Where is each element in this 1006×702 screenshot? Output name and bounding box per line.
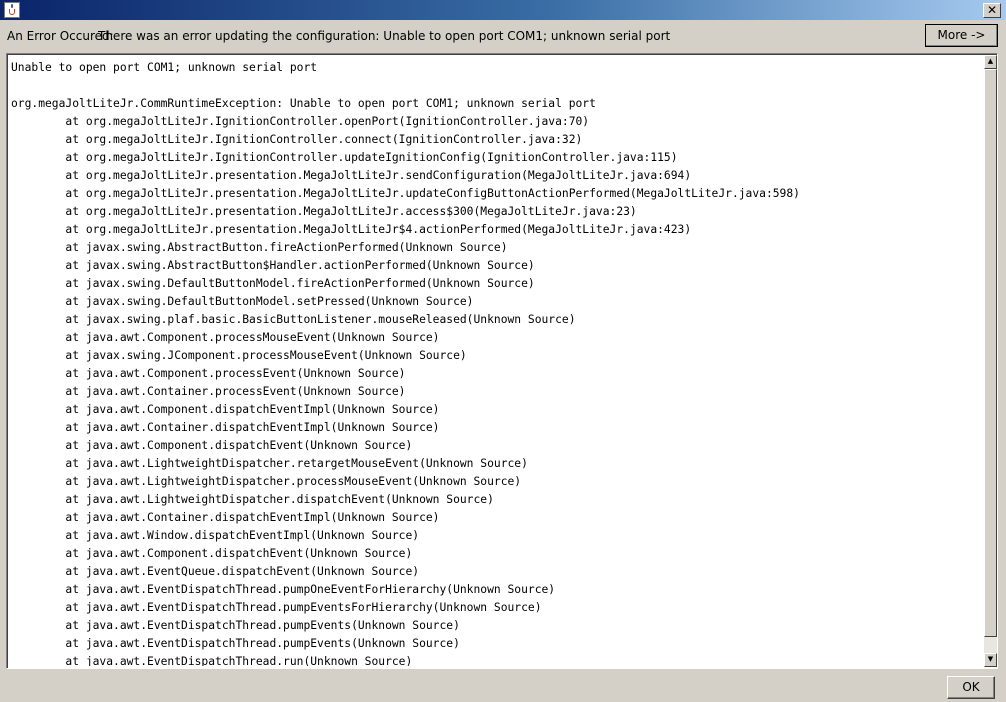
vertical-scrollbar[interactable]: ▲ ▼ xyxy=(984,55,997,667)
trace-line: at java.awt.LightweightDispatcher.retarg… xyxy=(11,457,528,470)
scroll-up-button[interactable]: ▲ xyxy=(984,55,997,69)
close-button[interactable]: ✕ xyxy=(983,3,1001,18)
trace-line: at org.megaJoltLiteJr.presentation.MegaJ… xyxy=(11,187,800,200)
java-cup-icon xyxy=(4,2,20,18)
trace-line: at org.megaJoltLiteJr.IgnitionController… xyxy=(11,115,590,128)
stack-trace-area[interactable]: Unable to open port COM1; unknown serial… xyxy=(9,56,982,666)
trace-line: at java.awt.EventDispatchThread.pumpEven… xyxy=(11,601,542,614)
trace-line: at javax.swing.DefaultButtonModel.setPre… xyxy=(11,295,474,308)
arrow-down-icon: ▼ xyxy=(987,655,994,663)
trace-line: at org.megaJoltLiteJr.IgnitionController… xyxy=(11,151,678,164)
ok-button[interactable]: OK xyxy=(947,676,995,699)
title-bar[interactable]: ✕ xyxy=(0,0,1006,20)
trace-line: at java.awt.EventQueue.dispatchEvent(Unk… xyxy=(11,565,420,578)
trace-line: at java.awt.Component.processMouseEvent(… xyxy=(11,331,440,344)
trace-line: at org.megaJoltLiteJr.presentation.MegaJ… xyxy=(11,205,637,218)
trace-line: org.megaJoltLiteJr.CommRuntimeException:… xyxy=(11,97,596,110)
trace-line: at java.awt.Container.processEvent(Unkno… xyxy=(11,385,406,398)
trace-line: at java.awt.Window.dispatchEventImpl(Unk… xyxy=(11,529,420,542)
close-icon: ✕ xyxy=(986,3,998,17)
more-button[interactable]: More -> xyxy=(925,24,998,47)
steam-mark xyxy=(11,4,13,8)
trace-line: at org.megaJoltLiteJr.IgnitionController… xyxy=(11,133,583,146)
error-message: There was an error updating the configur… xyxy=(98,29,671,43)
trace-line: at java.awt.EventDispatchThread.pumpEven… xyxy=(11,619,460,632)
scroll-thumb[interactable] xyxy=(984,69,997,637)
trace-line: at java.awt.Component.dispatchEventImpl(… xyxy=(11,403,440,416)
stack-trace-text: Unable to open port COM1; unknown serial… xyxy=(9,56,982,666)
trace-line: at java.awt.EventDispatchThread.pumpOneE… xyxy=(11,583,556,596)
trace-line: at java.awt.LightweightDispatcher.proces… xyxy=(11,475,522,488)
trace-line: at java.awt.Container.dispatchEventImpl(… xyxy=(11,421,440,434)
trace-line: at javax.swing.DefaultButtonModel.fireAc… xyxy=(11,277,535,290)
scroll-down-button[interactable]: ▼ xyxy=(984,653,997,667)
trace-line: Unable to open port COM1; unknown serial… xyxy=(11,61,318,74)
trace-line: at java.awt.Component.dispatchEvent(Unkn… xyxy=(11,547,413,560)
error-dialog: ✕ An Error Occured: There was an error u… xyxy=(0,0,1006,702)
arrow-up-icon: ▲ xyxy=(987,57,994,65)
trace-line: at javax.swing.plaf.basic.BasicButtonLis… xyxy=(11,313,576,326)
trace-line: at java.awt.Component.processEvent(Unkno… xyxy=(11,367,406,380)
message-row: An Error Occured: There was an error upd… xyxy=(0,22,1006,50)
details-panel: Unable to open port COM1; unknown serial… xyxy=(6,53,998,669)
trace-line: at javax.swing.AbstractButton.fireAction… xyxy=(11,241,508,254)
trace-line: at java.awt.EventDispatchThread.run(Unkn… xyxy=(11,655,413,666)
trace-line: at java.awt.EventDispatchThread.pumpEven… xyxy=(11,637,460,650)
cup-mark xyxy=(9,9,15,15)
trace-line: at javax.swing.AbstractButton$Handler.ac… xyxy=(11,259,535,272)
trace-line: at javax.swing.JComponent.processMouseEv… xyxy=(11,349,467,362)
trace-line: at org.megaJoltLiteJr.presentation.MegaJ… xyxy=(11,169,692,182)
trace-line: at org.megaJoltLiteJr.presentation.MegaJ… xyxy=(11,223,692,236)
trace-line: at java.awt.LightweightDispatcher.dispat… xyxy=(11,493,494,506)
trace-line: at java.awt.Component.dispatchEvent(Unkn… xyxy=(11,439,413,452)
trace-line: at java.awt.Container.dispatchEventImpl(… xyxy=(11,511,440,524)
